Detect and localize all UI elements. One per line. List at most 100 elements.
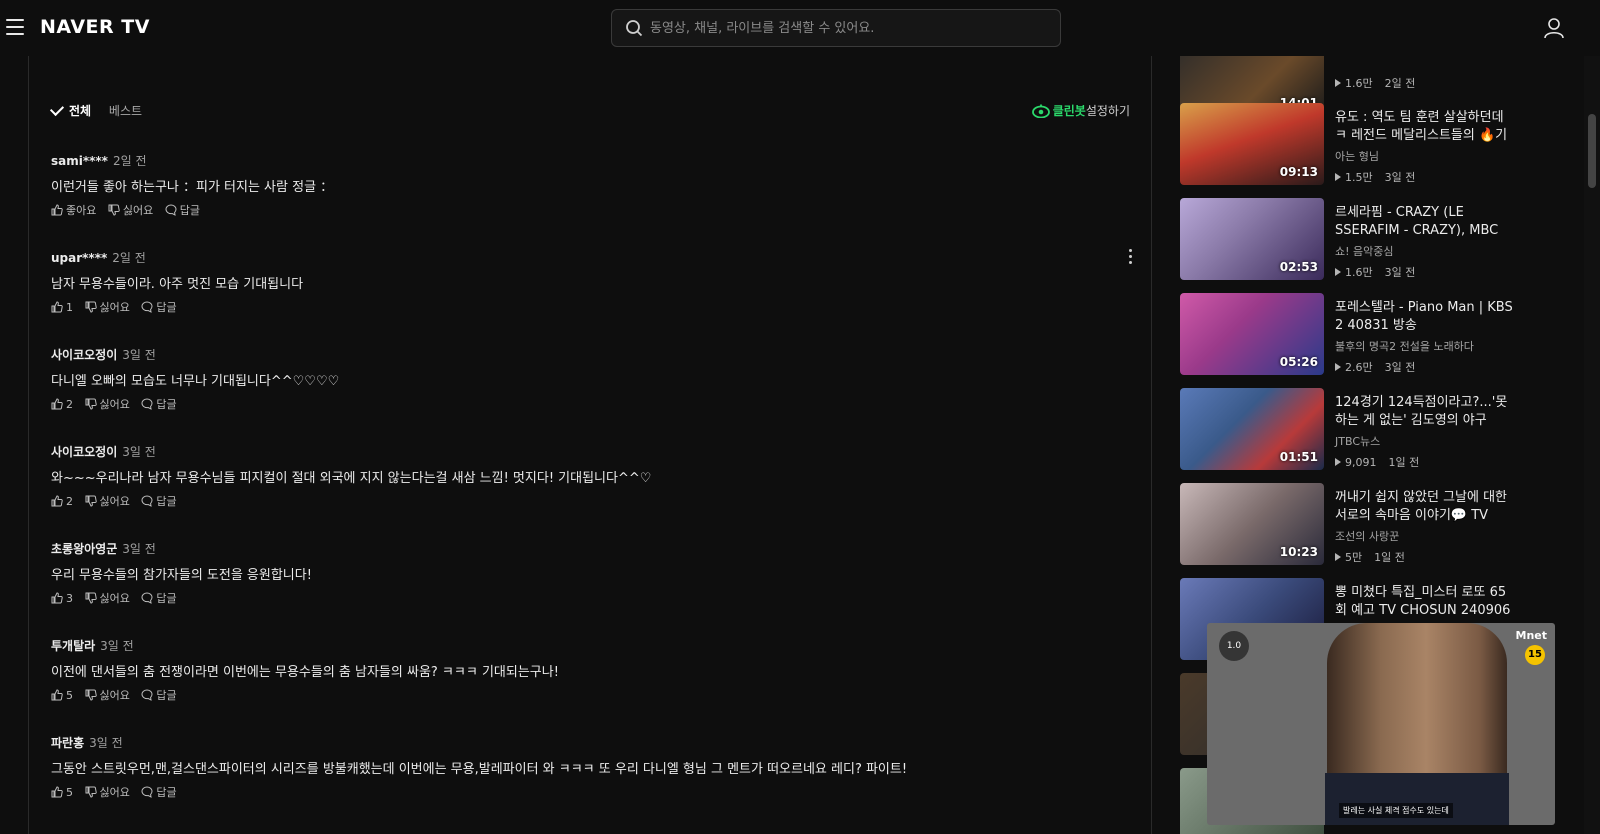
video-thumbnail[interactable]: 10:23 bbox=[1180, 483, 1324, 565]
search-box[interactable] bbox=[611, 9, 1061, 47]
comment-section: 전체 베스트 클린봇설정하기 sami**** 2일 전 이런거들 좋아 하는구나… bbox=[28, 52, 1152, 834]
like-button[interactable]: 5 bbox=[51, 786, 73, 799]
like-button[interactable]: 1 bbox=[51, 301, 73, 314]
comment-time: 3일 전 bbox=[100, 639, 134, 653]
video-card[interactable]: 01:51 124경기 124득점이라고?...'못 하는 게 없는' 김도영의… bbox=[1180, 388, 1520, 470]
search-input[interactable] bbox=[650, 10, 1050, 46]
dislike-button[interactable]: 싫어요 bbox=[85, 299, 130, 315]
speech-bubble-icon bbox=[141, 398, 153, 410]
video-thumbnail[interactable]: 09:13 bbox=[1180, 103, 1324, 185]
comment-author[interactable]: 사이코오정이 bbox=[51, 348, 117, 362]
speech-bubble-icon bbox=[141, 786, 153, 798]
thumbs-up-icon bbox=[51, 786, 63, 798]
video-duration: 09:13 bbox=[1279, 165, 1318, 179]
age-rating-badge: 15 bbox=[1525, 645, 1545, 665]
video-thumbnail[interactable]: 01:51 bbox=[1180, 388, 1324, 470]
comment-time: 2일 전 bbox=[112, 154, 147, 168]
hamburger-menu-icon[interactable] bbox=[6, 19, 24, 35]
video-subtitle: 발레는 사실 체격 점수도 있는데 bbox=[1339, 803, 1453, 818]
comment-author[interactable]: 투개탈라 bbox=[51, 639, 95, 653]
like-button[interactable]: 3 bbox=[51, 592, 73, 605]
comment-author[interactable]: 사이코오정이 bbox=[51, 445, 117, 459]
thumbs-down-icon bbox=[108, 204, 120, 216]
top-header: NAVER TV bbox=[0, 0, 1600, 56]
replay-speed-button[interactable]: 1.0 bbox=[1219, 631, 1249, 661]
video-duration: 02:53 bbox=[1279, 260, 1318, 274]
cleanbot-settings-label: 설정하기 bbox=[1085, 104, 1130, 118]
comment-author[interactable]: 파란홍 bbox=[51, 736, 84, 750]
like-button[interactable]: 좋아요 bbox=[51, 202, 96, 218]
video-duration: 01:51 bbox=[1279, 450, 1318, 464]
dislike-button[interactable]: 싫어요 bbox=[85, 784, 130, 800]
thumbs-up-icon bbox=[51, 689, 63, 701]
dislike-button[interactable]: 싫어요 bbox=[85, 687, 130, 703]
video-card[interactable]: 05:26 포레스텔라 - Piano Man | KBS 2 40831 방송… bbox=[1180, 293, 1520, 375]
page-scrollbar[interactable] bbox=[1584, 56, 1600, 834]
reply-button[interactable]: 답글 bbox=[141, 493, 177, 509]
reply-button[interactable]: 답글 bbox=[141, 396, 177, 412]
comment-text: 다니엘 오빠의 모습도 너무나 기대됩니다^^♡♡♡♡ bbox=[51, 374, 340, 389]
video-stats: 1.6만 3일 전 bbox=[1335, 264, 1515, 280]
reply-button[interactable]: 답글 bbox=[141, 299, 177, 315]
reply-button[interactable]: 답글 bbox=[141, 784, 177, 800]
comment-author[interactable]: 초롱왕아영군 bbox=[51, 542, 117, 556]
video-stats: 2.6만 3일 전 bbox=[1335, 359, 1515, 375]
like-button[interactable]: 5 bbox=[51, 689, 73, 702]
thumbs-down-icon bbox=[85, 301, 97, 313]
speech-bubble-icon bbox=[141, 689, 153, 701]
video-title[interactable]: 르세라핌 - CRAZY (LE SSERAFIM - CRAZY), MBC … bbox=[1335, 204, 1515, 240]
thumbs-down-icon bbox=[85, 786, 97, 798]
video-card[interactable]: 09:13 유도 : 역도 팀 훈련 살살하던데ㅋ 레전드 메달리스트들의 🔥기… bbox=[1180, 103, 1520, 185]
comment-author[interactable]: sami**** bbox=[51, 154, 108, 168]
comment-time: 2일 전 bbox=[112, 251, 146, 265]
video-thumbnail[interactable]: 05:26 bbox=[1180, 293, 1324, 375]
naver-tv-logo[interactable]: NAVER TV bbox=[40, 16, 150, 38]
comment-item: upar**** 2일 전 남자 무용수들이라. 아주 멋진 모습 기대됩니다 1… bbox=[51, 249, 1133, 346]
comment-author[interactable]: upar**** bbox=[51, 251, 107, 265]
video-stats: 1.6만 2일 전 bbox=[1335, 75, 1515, 91]
user-profile-icon[interactable] bbox=[1543, 17, 1565, 39]
dislike-button[interactable]: 싫어요 bbox=[85, 493, 130, 509]
dislike-button[interactable]: 싫어요 bbox=[108, 202, 153, 218]
video-channel[interactable]: 불후의 명곡2 전설을 노래하다 bbox=[1335, 338, 1515, 354]
comment-item: 사이코오정이 3일 전 와~~~우리나라 남자 무용수님들 피지컬이 절대 외국에… bbox=[51, 443, 1131, 540]
dislike-button[interactable]: 싫어요 bbox=[85, 590, 130, 606]
video-card[interactable]: 02:53 르세라핌 - CRAZY (LE SSERAFIM - CRAZY)… bbox=[1180, 198, 1520, 280]
video-channel[interactable]: 쇼! 음악중심 bbox=[1335, 243, 1515, 259]
thumbs-up-icon bbox=[51, 204, 63, 216]
like-button[interactable]: 2 bbox=[51, 398, 73, 411]
tab-best[interactable]: 베스트 bbox=[109, 102, 142, 119]
like-button[interactable]: 2 bbox=[51, 495, 73, 508]
video-channel[interactable]: 아는 형님 bbox=[1335, 148, 1515, 164]
more-options-icon[interactable] bbox=[1127, 249, 1133, 265]
cleanbot-settings-link[interactable]: 클린봇설정하기 bbox=[1031, 102, 1130, 119]
comment-item: 파란홍 3일 전 그동안 스트릿우먼,맨,걸스댄스파이터의 시리즈를 방불캐했는데… bbox=[51, 734, 1131, 831]
speech-bubble-icon bbox=[141, 301, 153, 313]
tab-all[interactable]: 전체 bbox=[49, 101, 91, 119]
play-count-icon bbox=[1335, 268, 1341, 276]
reply-button[interactable]: 답글 bbox=[165, 202, 200, 218]
reply-button[interactable]: 답글 bbox=[141, 590, 177, 606]
video-title[interactable]: 유도 : 역도 팀 훈련 살살하던데ㅋ 레전드 메달리스트들의 🔥기싸움... bbox=[1335, 109, 1515, 145]
scrollbar-thumb[interactable] bbox=[1588, 114, 1596, 188]
video-card[interactable]: 10:23 꺼내기 쉽지 않았던 그날에 대한 서로의 속마음 이야기💬 TV … bbox=[1180, 483, 1520, 565]
video-duration: 05:26 bbox=[1279, 355, 1318, 369]
mini-player[interactable]: 1.0 Mnet 15 발레는 사실 체격 점수도 있는데 bbox=[1207, 623, 1555, 825]
video-title[interactable]: 124경기 124득점이라고?...'못 하는 게 없는' 김도영의 야구 bbox=[1335, 394, 1515, 430]
reply-button[interactable]: 답글 bbox=[141, 687, 177, 703]
video-channel[interactable]: JTBC뉴스 bbox=[1335, 433, 1515, 449]
video-stats: 1.5만 3일 전 bbox=[1335, 169, 1515, 185]
comment-item: sami**** 2일 전 이런거들 좋아 하는구나 ：피가 터지는 사람 정글 … bbox=[51, 152, 1131, 249]
comment-text: 우리 무용수들의 참가자들의 도전을 응원합니다! bbox=[51, 568, 312, 583]
dislike-button[interactable]: 싫어요 bbox=[85, 396, 130, 412]
video-title[interactable]: 꺼내기 쉽지 않았던 그날에 대한 서로의 속마음 이야기💬 TV CHO... bbox=[1335, 489, 1515, 525]
video-channel[interactable]: 조선의 사랑꾼 bbox=[1335, 528, 1515, 544]
video-title[interactable]: 뽕 미쳤다 특집_미스터 로또 65회 예고 TV CHOSUN 240906 … bbox=[1335, 584, 1515, 620]
thumbs-down-icon bbox=[85, 592, 97, 604]
comment-text: 와~~~우리나라 남자 무용수님들 피지컬이 절대 외국에 지지 않는다는걸 새… bbox=[51, 471, 652, 486]
play-count-icon bbox=[1335, 79, 1341, 87]
mnet-logo: Mnet bbox=[1515, 629, 1548, 642]
video-thumbnail[interactable]: 02:53 bbox=[1180, 198, 1324, 280]
video-title[interactable]: 포레스텔라 - Piano Man | KBS 2 40831 방송 bbox=[1335, 299, 1515, 335]
thumbs-up-icon bbox=[51, 398, 63, 410]
